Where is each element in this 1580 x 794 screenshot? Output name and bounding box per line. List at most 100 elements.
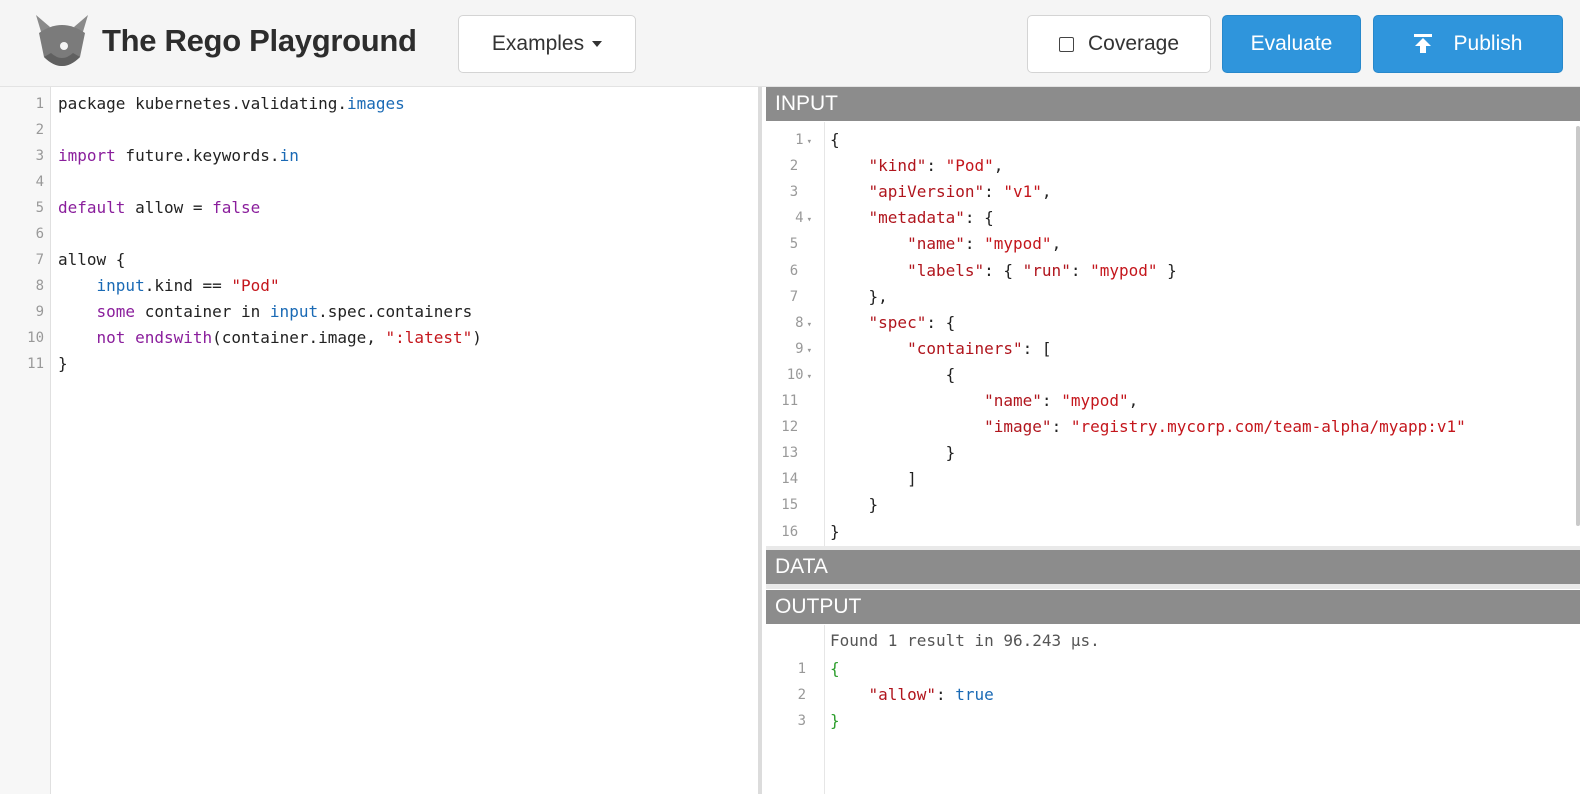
- code-line[interactable]: "apiVersion": "v1",: [830, 179, 1052, 205]
- line-number-text: 6: [35, 226, 44, 242]
- line-number-text: 14: [781, 471, 799, 488]
- examples-dropdown[interactable]: Examples: [458, 15, 636, 73]
- line-number: 10 ▾: [772, 362, 812, 388]
- coverage-checkbox[interactable]: [1058, 36, 1074, 52]
- code-line[interactable]: {: [830, 127, 840, 153]
- code-line[interactable]: ]: [830, 466, 917, 492]
- output-status: Found 1 result in 96.243 µs.: [830, 631, 1100, 650]
- code-line[interactable]: }: [830, 519, 840, 545]
- fold-arrow-icon[interactable]: ▾: [807, 320, 812, 330]
- line-number-text: 1: [35, 96, 44, 112]
- code-token: "apiVersion": [868, 182, 985, 202]
- code-token: {: [830, 364, 956, 384]
- line-number: 6: [772, 258, 812, 284]
- code-token: images: [346, 94, 405, 113]
- code-line[interactable]: }: [830, 708, 840, 734]
- code-token: "allow": [868, 685, 936, 704]
- code-token: {: [830, 130, 840, 149]
- code-token: import: [58, 146, 116, 165]
- code-line[interactable]: "labels": { "run": "mypod" }: [830, 258, 1177, 284]
- line-number: 2: [766, 682, 806, 708]
- code-line[interactable]: not endswith(container.image, ":latest"): [58, 325, 482, 351]
- code-line[interactable]: "name": "mypod",: [830, 388, 1138, 414]
- data-output-splitter[interactable]: [766, 584, 1580, 589]
- output-section-header[interactable]: OUTPUT: [766, 590, 1580, 624]
- code-token: "mypod": [1061, 391, 1129, 410]
- code-token: ]: [830, 469, 917, 489]
- code-token: "v1": [1003, 182, 1042, 202]
- input-scrollbar[interactable]: [1576, 126, 1580, 526]
- code-token: allow {: [58, 250, 126, 269]
- code-line[interactable]: some container in input.spec.containers: [58, 299, 473, 325]
- code-line[interactable]: }: [830, 440, 956, 466]
- output-editor[interactable]: Found 1 result in 96.243 µs. 1 {2 "allow"…: [766, 625, 1580, 794]
- code-line[interactable]: package kubernetes.validating.images: [58, 91, 405, 117]
- line-number-text: 2: [789, 158, 799, 175]
- coverage-label: Coverage: [1087, 32, 1180, 55]
- code-line[interactable]: allow {: [58, 247, 125, 273]
- code-token: ,: [993, 156, 1004, 176]
- code-line[interactable]: default allow = false: [58, 195, 260, 221]
- input-section-header[interactable]: INPUT: [766, 87, 1580, 121]
- data-section-header[interactable]: DATA: [766, 550, 1580, 584]
- code-token: "mypod": [1090, 260, 1158, 280]
- publish-button[interactable]: Publish: [1373, 15, 1563, 73]
- policy-editor[interactable]: 1 package kubernetes.validating.images 2 3 i…: [0, 87, 762, 794]
- code-line[interactable]: }: [830, 492, 879, 518]
- line-number-text: 3: [35, 148, 44, 164]
- code-line[interactable]: "name": "mypod",: [830, 231, 1061, 257]
- code-line[interactable]: input.kind == "Pod": [58, 273, 280, 299]
- code-line[interactable]: "containers": [: [830, 336, 1052, 362]
- line-number: 5: [772, 231, 812, 257]
- code-line[interactable]: }: [58, 351, 68, 377]
- line-number: 6: [4, 221, 44, 247]
- code-line[interactable]: "spec": {: [830, 310, 956, 336]
- coverage-toggle[interactable]: Coverage: [1027, 15, 1211, 73]
- code-line[interactable]: "kind": "Pod",: [830, 153, 1004, 179]
- code-token: "name": [907, 234, 965, 254]
- line-number: 16: [772, 519, 812, 545]
- app-header: The Rego Playground Examples Coverage Ev…: [0, 0, 1580, 87]
- line-number: 5: [4, 195, 44, 221]
- input-editor[interactable]: 1 ▾{2 "kind": "Pod", 3 "apiVersion": "v1",…: [766, 122, 1580, 546]
- fold-arrow-icon[interactable]: ▾: [807, 372, 812, 382]
- code-token: : {: [926, 312, 956, 332]
- code-token: "name": [984, 391, 1042, 410]
- code-token: container in: [135, 302, 270, 321]
- evaluate-button[interactable]: Evaluate: [1222, 15, 1361, 73]
- code-line[interactable]: "allow": true: [830, 682, 994, 708]
- line-number-text: 8: [35, 278, 44, 294]
- code-token: "containers": [907, 338, 1023, 358]
- code-line[interactable]: "metadata": {: [830, 205, 994, 231]
- output-section-label: OUTPUT: [775, 595, 862, 618]
- code-token: false: [212, 198, 261, 217]
- code-line[interactable]: {: [830, 362, 956, 388]
- code-line[interactable]: import future.keywords.in: [58, 143, 299, 169]
- code-token: input: [96, 276, 145, 295]
- code-token: "labels": [907, 260, 985, 280]
- code-token: }: [58, 354, 68, 373]
- code-line[interactable]: {: [830, 656, 840, 682]
- code-line[interactable]: },: [830, 284, 888, 310]
- fold-arrow-icon[interactable]: ▾: [807, 215, 812, 225]
- code-token: {: [830, 659, 840, 678]
- code-token: package kubernetes.validating.: [58, 94, 347, 113]
- code-token: default: [58, 198, 126, 217]
- code-token: ,: [1041, 182, 1052, 202]
- line-number-text: 3: [797, 713, 806, 729]
- code-line[interactable]: "image": "registry.mycorp.com/team-alpha…: [830, 414, 1466, 440]
- line-number: 8 ▾: [772, 310, 812, 336]
- fold-arrow-icon[interactable]: ▾: [807, 346, 812, 356]
- fold-arrow-icon[interactable]: ▾: [807, 137, 812, 147]
